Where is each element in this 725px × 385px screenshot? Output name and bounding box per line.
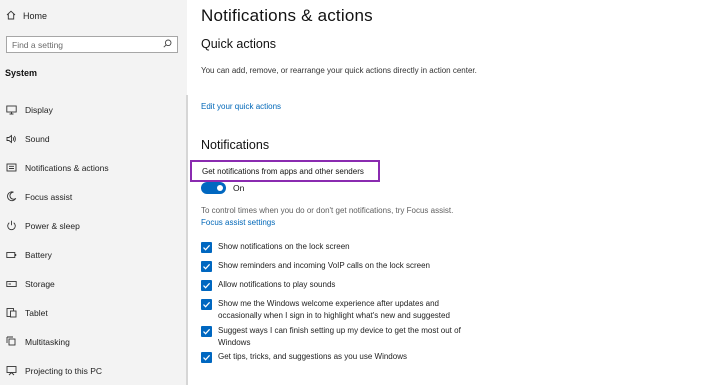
checkbox[interactable] (201, 242, 212, 253)
notifications-toggle-label: Get notifications from apps and other se… (202, 166, 364, 176)
checkbox-label: Show notifications on the lock screen (218, 242, 350, 251)
checkbox[interactable] (201, 280, 212, 291)
sidebar-divider (186, 95, 188, 385)
sound-icon (6, 133, 17, 144)
search-placeholder: Find a setting (12, 39, 64, 50)
focus-assist-settings-link[interactable]: Focus assist settings (201, 218, 275, 227)
main-content: Notifications & actions Quick actions Yo… (190, 0, 716, 385)
checkbox-label: Allow notifications to play sounds (218, 280, 336, 289)
checkbox[interactable] (201, 299, 212, 310)
option-welcome-experience[interactable]: Show me the Windows welcome experience a… (201, 298, 471, 321)
sidebar-item-battery[interactable]: Battery (0, 240, 187, 269)
quick-actions-description: You can add, remove, or rearrange your q… (201, 66, 477, 75)
sidebar-item-label: Multitasking (25, 336, 70, 347)
sidebar-item-notifications[interactable]: Notifications & actions (0, 153, 187, 182)
option-reminders-voip[interactable]: Show reminders and incoming VoIP calls o… (201, 260, 430, 272)
page-title: Notifications & actions (201, 6, 373, 25)
sidebar-item-label: Notifications & actions (25, 162, 109, 173)
toggle-knob (217, 185, 223, 191)
sidebar-item-projecting[interactable]: Projecting to this PC (0, 356, 187, 385)
home-nav-item[interactable]: Home (6, 10, 47, 22)
checkbox[interactable] (201, 352, 212, 363)
checkbox[interactable] (201, 261, 212, 272)
notifications-toggle-row: On (201, 182, 244, 194)
sidebar-item-label: Battery (25, 249, 52, 260)
notifications-icon (6, 162, 17, 173)
option-tips-tricks[interactable]: Get tips, tricks, and suggestions as you… (201, 351, 407, 363)
display-icon (6, 104, 17, 115)
checkbox-label: Show me the Windows welcome experience a… (218, 299, 450, 320)
sidebar-item-display[interactable]: Display (0, 95, 187, 124)
option-lock-screen[interactable]: Show notifications on the lock screen (201, 241, 350, 253)
category-title: System (5, 68, 38, 78)
sidebar-item-label: Tablet (25, 307, 48, 318)
sidebar-item-power-sleep[interactable]: Power & sleep (0, 211, 187, 240)
storage-icon (6, 278, 17, 289)
sidebar-item-focus-assist[interactable]: Focus assist (0, 182, 187, 211)
section-heading-notifications: Notifications (201, 138, 270, 152)
battery-icon (6, 249, 17, 260)
sidebar-item-label: Display (25, 104, 53, 115)
option-play-sounds[interactable]: Allow notifications to play sounds (201, 279, 335, 291)
section-heading-quick-actions: Quick actions (201, 37, 277, 51)
sidebar-nav: Display Sound Notifications & actions Fo… (0, 95, 187, 385)
tablet-icon (6, 307, 17, 318)
option-suggest-setup[interactable]: Suggest ways I can finish setting up my … (201, 325, 486, 348)
power-icon (6, 220, 17, 231)
sidebar-item-label: Power & sleep (25, 220, 80, 231)
sidebar-item-sound[interactable]: Sound (0, 124, 187, 153)
sidebar-item-label: Storage (25, 278, 55, 289)
checkbox-label: Get tips, tricks, and suggestions as you… (218, 352, 407, 361)
checkbox-label: Suggest ways I can finish setting up my … (218, 326, 461, 347)
checkbox[interactable] (201, 326, 212, 337)
sidebar-item-label: Focus assist (25, 191, 73, 202)
focus-assist-icon (6, 191, 17, 202)
notifications-toggle-switch[interactable] (201, 182, 226, 194)
sidebar-item-multitasking[interactable]: Multitasking (0, 327, 187, 356)
sidebar-item-label: Sound (25, 133, 50, 144)
search-input[interactable]: Find a setting (6, 36, 178, 53)
search-icon (163, 39, 172, 50)
home-icon (6, 10, 16, 22)
sidebar-item-tablet[interactable]: Tablet (0, 298, 187, 327)
projecting-icon (6, 365, 17, 376)
focus-assist-description: To control times when you do or don't ge… (201, 206, 454, 215)
home-label: Home (23, 11, 48, 21)
checkbox-label: Show reminders and incoming VoIP calls o… (218, 261, 430, 270)
sidebar-item-label: Projecting to this PC (25, 365, 103, 376)
toggle-state-label: On (233, 183, 245, 193)
notifications-toggle-label-highlight: Get notifications from apps and other se… (190, 160, 380, 182)
sidebar-item-storage[interactable]: Storage (0, 269, 187, 298)
multitasking-icon (6, 336, 17, 347)
sidebar: Home Find a setting System Display Sound… (0, 0, 187, 385)
edit-quick-actions-link[interactable]: Edit your quick actions (201, 102, 281, 111)
